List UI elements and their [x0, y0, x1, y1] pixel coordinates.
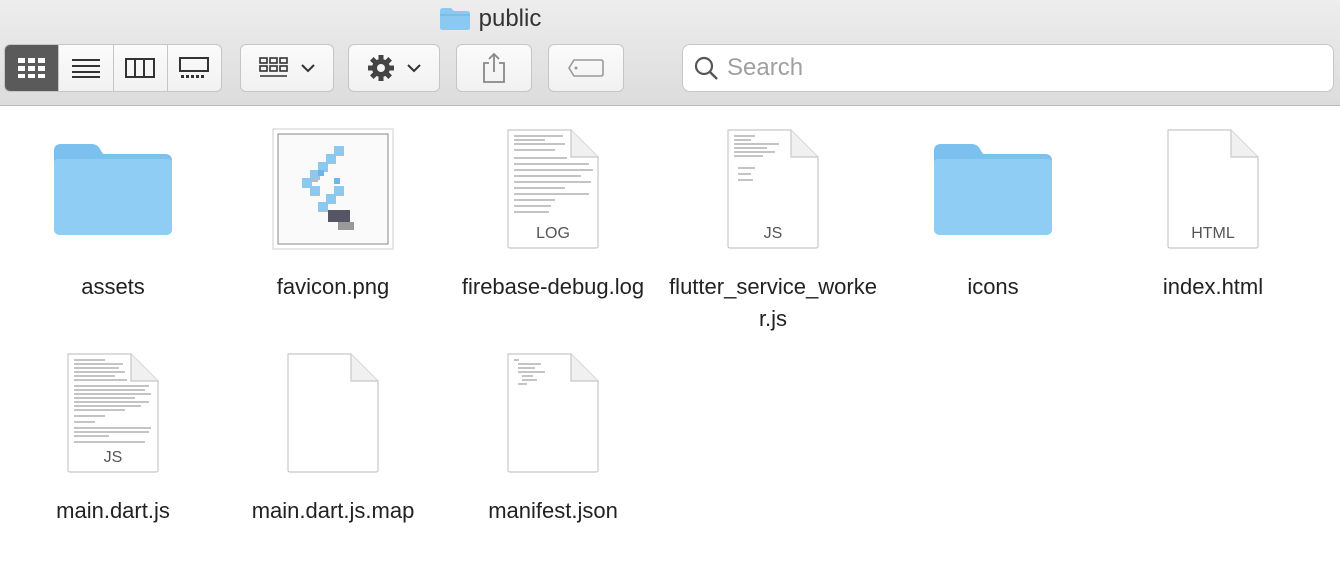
chevron-down-icon [301, 64, 315, 73]
gear-icon [368, 55, 394, 81]
file-name: favicon.png [276, 274, 390, 299]
file-name: firebase-debug.log [461, 274, 645, 299]
icon-view-icon [17, 58, 45, 78]
group-by-button[interactable] [240, 44, 334, 92]
file-grid: assets favicon.png LOG firebase-debug.lo… [0, 107, 1340, 576]
file-item-main-dart-js[interactable]: JS main.dart.js [3, 343, 223, 527]
svg-text:JS: JS [764, 225, 783, 242]
svg-text:HTML: HTML [1191, 225, 1235, 242]
tags-button[interactable] [548, 44, 624, 92]
svg-text:JS: JS [104, 449, 123, 466]
file-name: index.html [1162, 274, 1264, 299]
file-item-main-dart-js-map[interactable]: main.dart.js.map [223, 343, 443, 527]
js-document-icon: JS [67, 353, 159, 473]
column-view-button[interactable] [114, 45, 168, 91]
list-view-icon [71, 59, 100, 78]
folder-icon [934, 144, 1052, 235]
image-thumbnail-icon [272, 128, 394, 250]
search-input[interactable] [727, 54, 1287, 82]
log-document-icon: LOG [507, 129, 599, 249]
search-icon [694, 56, 718, 80]
folder-icon [54, 144, 172, 235]
icon-view-button[interactable] [5, 45, 60, 91]
action-button[interactable] [348, 44, 440, 92]
file-item-favicon[interactable]: favicon.png [223, 119, 443, 303]
tag-icon [568, 59, 604, 77]
file-name: manifest.json [488, 498, 618, 523]
file-item-flutter-service-worker[interactable]: JS flutter_service_worker.js [663, 119, 883, 335]
search-field[interactable] [682, 44, 1334, 92]
share-icon [483, 52, 505, 83]
view-mode-segmented-control [4, 44, 222, 92]
share-button[interactable] [456, 44, 532, 92]
folder-icon [439, 7, 471, 31]
column-view-icon [125, 58, 156, 78]
file-name: main.dart.js.map [251, 498, 415, 523]
group-icon [259, 57, 288, 77]
window-title: public [0, 4, 980, 34]
blank-document-icon [287, 353, 379, 473]
file-item-manifest-json[interactable]: manifest.json [443, 343, 663, 527]
window-title-text: public [478, 5, 542, 32]
js-document-icon: JS [727, 129, 819, 249]
file-name: main.dart.js [56, 498, 170, 523]
html-document-icon: HTML [1167, 129, 1259, 249]
gallery-view-icon [179, 57, 210, 78]
svg-text:LOG: LOG [536, 225, 570, 242]
list-view-button[interactable] [59, 45, 114, 91]
gallery-view-button[interactable] [168, 45, 221, 91]
file-item-icons[interactable]: icons [883, 119, 1103, 303]
chevron-down-icon [407, 64, 421, 73]
file-name: assets [81, 274, 145, 299]
file-item-index-html[interactable]: HTML index.html [1103, 119, 1323, 303]
finder-window: public Search assets favicon.png LOG fir… [0, 0, 1340, 576]
json-document-icon [507, 353, 599, 473]
file-item-firebase-debug[interactable]: LOG firebase-debug.log [443, 119, 663, 303]
toolbar: public [0, 0, 1340, 106]
file-name: flutter_service_worker.js [669, 274, 877, 331]
file-item-assets[interactable]: assets [3, 119, 223, 303]
file-name: icons [967, 274, 1019, 299]
